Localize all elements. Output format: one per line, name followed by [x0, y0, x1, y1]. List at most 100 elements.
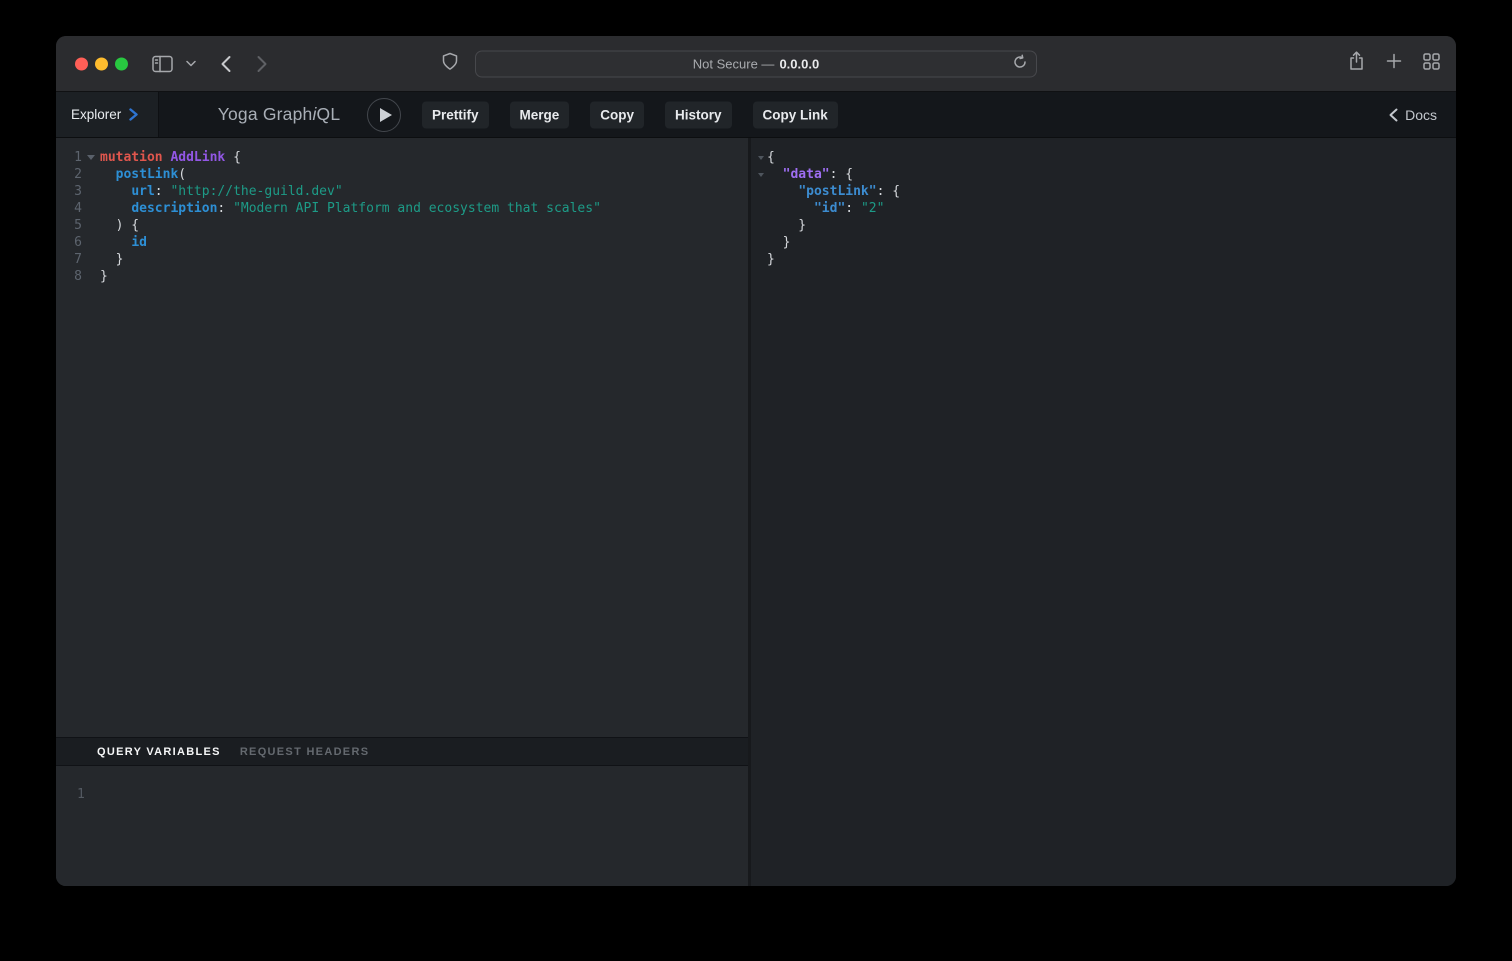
code-line: 1 mutation AddLink { [56, 149, 748, 166]
query-variables-editor[interactable]: 1 [56, 766, 748, 886]
token-pl: : { [877, 184, 900, 199]
chevron-down-icon[interactable] [186, 60, 196, 67]
token-prop: postLink [116, 167, 179, 182]
variables-line-number: 1 [77, 787, 85, 802]
code-line: "data": { [755, 166, 1456, 183]
code-line: 6 id [56, 234, 748, 251]
sidebar-toggle-icon[interactable] [152, 55, 173, 73]
line-number: 3 [56, 183, 82, 200]
prettify-button[interactable]: Prettify [422, 101, 489, 128]
token-pl [100, 167, 116, 182]
token-prop: id [131, 235, 147, 250]
new-tab-icon[interactable] [1386, 53, 1402, 74]
explorer-toggle[interactable]: Explorer [56, 92, 159, 137]
line-number: 1 [56, 149, 82, 166]
tab-overview-icon[interactable] [1423, 53, 1440, 75]
token-str: "http://the-guild.dev" [170, 184, 342, 199]
code-text: } [767, 234, 790, 251]
play-icon [380, 108, 392, 122]
window-controls [75, 57, 128, 70]
code-text: "postLink": { [767, 183, 900, 200]
code-line: 8} [56, 268, 748, 285]
zoom-window-button[interactable] [115, 57, 128, 70]
url-group: Not Secure — 0.0.0.0 [442, 50, 1037, 77]
token-pl [767, 167, 783, 182]
back-icon[interactable] [220, 55, 232, 73]
code-line: 5 ) { [56, 217, 748, 234]
reload-icon[interactable] [1013, 55, 1027, 73]
query-pane: 1mutation AddLink {2 postLink(3 url: "ht… [56, 138, 748, 886]
code-text: } [767, 217, 806, 234]
token-pl [767, 184, 798, 199]
minimize-window-button[interactable] [95, 57, 108, 70]
token-pl: : { [830, 167, 853, 182]
token-pl: ) { [100, 218, 139, 233]
code-text: } [100, 268, 108, 285]
variables-tab-bar: QUERY VARIABLES REQUEST HEADERS [56, 737, 748, 766]
token-pl: : [155, 184, 171, 199]
code-line: "id": "2" [755, 200, 1456, 217]
main-area: 1mutation AddLink {2 postLink(3 url: "ht… [56, 138, 1456, 886]
copy-button[interactable]: Copy [590, 101, 644, 128]
copy-link-button[interactable]: Copy Link [753, 101, 838, 128]
url-security-label: Not Secure — [693, 56, 775, 71]
line-number: 5 [56, 217, 82, 234]
chevron-right-icon [129, 108, 138, 121]
fold-arrow-icon[interactable] [755, 156, 767, 160]
line-number: 8 [56, 268, 82, 285]
code-line: } [755, 234, 1456, 251]
docs-toggle[interactable]: Docs [1389, 92, 1437, 137]
response-pane: { "data": { "postLink": { "id": "2" } }} [751, 138, 1456, 886]
code-line: 3 url: "http://the-guild.dev" [56, 183, 748, 200]
token-str: "2" [861, 201, 884, 216]
close-window-button[interactable] [75, 57, 88, 70]
code-line: { [755, 149, 1456, 166]
code-text: ) { [100, 217, 139, 234]
tab-query-variables[interactable]: QUERY VARIABLES [97, 746, 221, 758]
toolbar-buttons: Prettify Merge Copy History Copy Link [422, 101, 838, 128]
token-kblue: "postLink" [798, 184, 876, 199]
execute-query-button[interactable] [367, 98, 401, 132]
code-text: id [100, 234, 147, 251]
token-kblue: "id" [814, 201, 845, 216]
address-bar[interactable]: Not Secure — 0.0.0.0 [475, 50, 1037, 77]
fold-arrow-icon[interactable] [755, 173, 767, 177]
token-pl: } [100, 269, 108, 284]
token-pl [100, 235, 131, 250]
chevron-left-icon [1389, 108, 1398, 122]
browser-titlebar: Not Secure — 0.0.0.0 [56, 36, 1456, 92]
token-pl [100, 201, 131, 216]
query-editor[interactable]: 1mutation AddLink {2 postLink(3 url: "ht… [56, 138, 748, 737]
token-kw: mutation [100, 150, 163, 165]
history-button[interactable]: History [665, 101, 732, 128]
line-number: 2 [56, 166, 82, 183]
share-icon[interactable] [1348, 51, 1365, 76]
docs-label: Docs [1405, 107, 1437, 123]
privacy-shield-icon[interactable] [442, 52, 458, 75]
line-number: 6 [56, 234, 82, 251]
token-pl: } [767, 252, 775, 267]
fold-arrow-icon[interactable] [82, 155, 100, 160]
graphiql-toolbar: Explorer Yoga GraphiQL Prettify Merge Co… [56, 92, 1456, 138]
code-line: 7 } [56, 251, 748, 268]
code-text: mutation AddLink { [100, 149, 241, 166]
response-viewer: { "data": { "postLink": { "id": "2" } }} [751, 138, 1456, 268]
forward-icon[interactable] [256, 55, 268, 73]
token-def: AddLink [170, 150, 225, 165]
token-pl [100, 184, 131, 199]
code-line: } [755, 217, 1456, 234]
token-pl: { [225, 150, 241, 165]
code-text: "data": { [767, 166, 853, 183]
code-text: } [100, 251, 123, 268]
token-pl: } [767, 235, 790, 250]
token-str: "Modern API Platform and ecosystem that … [233, 201, 601, 216]
tab-request-headers[interactable]: REQUEST HEADERS [240, 746, 370, 758]
token-pl: } [100, 252, 123, 267]
token-kpurple: "data" [783, 167, 830, 182]
token-pl: } [767, 218, 806, 233]
token-pl: ( [178, 167, 186, 182]
token-pl: : [845, 201, 861, 216]
navigation-cluster [152, 36, 268, 91]
merge-button[interactable]: Merge [510, 101, 570, 128]
code-text: url: "http://the-guild.dev" [100, 183, 343, 200]
